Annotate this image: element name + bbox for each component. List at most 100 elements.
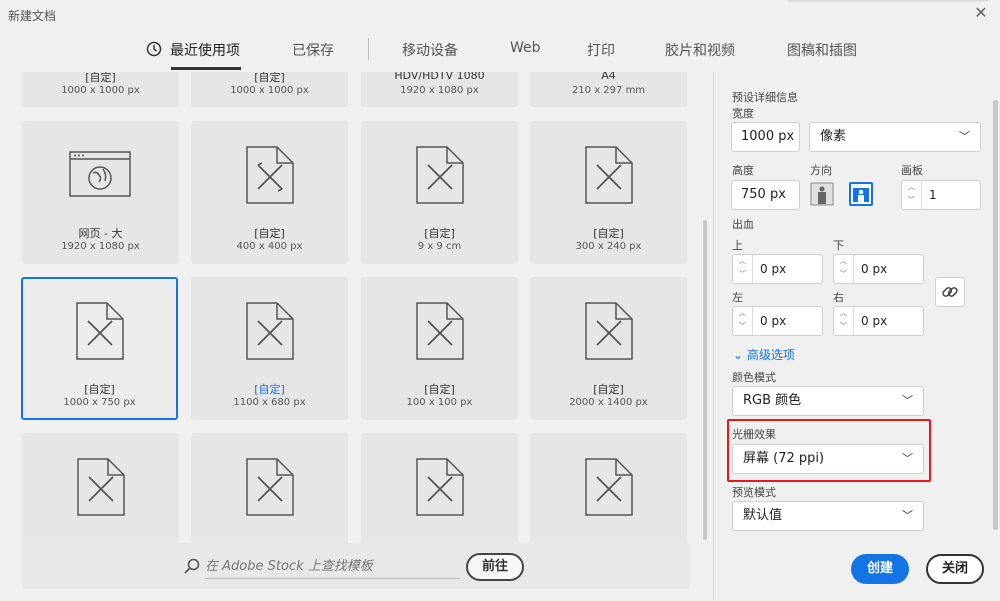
preset-size: 1100 x 680 px <box>233 397 306 408</box>
artboard-value: 1 <box>929 188 937 202</box>
stepper-arrows-icon[interactable]: ︿ ﹀ <box>902 181 922 209</box>
preset-card[interactable]: [自定] 2000 x 1400 px <box>530 277 687 420</box>
portrait-orientation-icon[interactable] <box>810 182 834 206</box>
chevron-down-icon: ﹀ <box>902 394 913 407</box>
preset-grid: [自定] 1000 x 1000 px [自定] 1000 x 1000 px … <box>0 72 712 601</box>
bleed-right-stepper[interactable]: ︿ ﹀ 0 px <box>833 306 924 336</box>
preset-card[interactable]: HDV/HDTV 1080 1920 x 1080 px <box>361 72 518 107</box>
preset-name: [自定] <box>84 383 115 396</box>
preset-size: 1000 x 750 px <box>63 397 136 408</box>
raster-effects-value: 屏幕 (72 ppi) <box>743 451 825 466</box>
artboard-stepper[interactable]: ︿ ﹀ 1 <box>901 180 981 210</box>
preset-name: [自定] <box>85 72 116 84</box>
width-label: 宽度 <box>732 107 754 120</box>
create-button[interactable]: 创建 <box>851 554 909 584</box>
stock-search-input[interactable] <box>205 555 460 579</box>
preset-name: [自定] <box>424 383 455 396</box>
preset-name: 网页 - 大 <box>78 227 123 240</box>
section-title: 预设详细信息 <box>732 91 798 104</box>
preset-size: 1920 x 1080 px <box>400 85 479 96</box>
stepper-arrows-icon[interactable]: ︿ ﹀ <box>834 307 854 335</box>
preview-mode-label: 预览模式 <box>732 486 776 499</box>
color-mode-label: 颜色模式 <box>732 371 776 384</box>
bleed-top-stepper[interactable]: ︿ ﹀ 0 px <box>732 254 823 284</box>
window-close-icon[interactable]: ✕ <box>972 4 990 22</box>
grid-scrollbar[interactable] <box>703 220 707 540</box>
search-icon <box>184 558 200 574</box>
window-title: 新建文档 <box>8 9 57 23</box>
advanced-options-toggle[interactable]: ⌄ 高级选项 <box>733 346 795 363</box>
preset-card[interactable]: [自定] 1000 x 1000 px <box>22 72 179 107</box>
preset-size: 300 x 240 px <box>575 241 642 252</box>
chevron-down-icon: ﹀ <box>902 452 913 465</box>
preset-size: 1000 x 1000 px <box>61 85 140 96</box>
preset-name: [自定] <box>593 383 624 396</box>
document-icon <box>246 302 294 360</box>
bleed-left-stepper[interactable]: ︿ ﹀ 0 px <box>732 306 823 336</box>
tab-mobile[interactable]: 移动设备 <box>402 40 458 60</box>
document-icon <box>416 458 464 516</box>
tab-recent[interactable]: 最近使用项 <box>170 40 240 60</box>
preset-card[interactable]: [自定] 300 x 240 px <box>530 121 687 264</box>
unit-select[interactable]: 像素 ﹀ <box>809 122 981 152</box>
panel-scrollbar[interactable] <box>993 100 998 530</box>
chevron-down-icon: ⌄ <box>733 348 747 362</box>
raster-effects-label: 光栅效果 <box>732 428 776 441</box>
bleed-right-value: 0 px <box>861 314 888 328</box>
chevron-down-icon: ﹀ <box>959 130 970 143</box>
tab-film-video[interactable]: 胶片和视频 <box>665 40 735 60</box>
document-icon <box>416 302 464 360</box>
color-mode-select[interactable]: RGB 颜色 ﹀ <box>732 386 924 416</box>
tab-web[interactable]: Web <box>510 40 541 56</box>
document-icon <box>246 146 294 204</box>
preset-name: [自定] <box>424 227 455 240</box>
advanced-options-label: 高级选项 <box>746 348 795 362</box>
orientation-label: 方向 <box>810 164 832 177</box>
raster-effects-select[interactable]: 屏幕 (72 ppi) ﹀ <box>732 444 924 474</box>
preset-card[interactable]: [自定] 1000 x 1000 px <box>191 72 348 107</box>
active-tab-indicator <box>171 67 241 70</box>
preset-card-web-large[interactable]: 网页 - 大 1920 x 1080 px <box>22 121 179 264</box>
preset-card[interactable]: [自定] 9 x 9 cm <box>361 121 518 264</box>
preset-card[interactable]: [自定] 100 x 100 px <box>361 277 518 420</box>
bleed-left-value: 0 px <box>760 314 787 328</box>
preview-mode-select[interactable]: 默认值 ﹀ <box>732 501 924 531</box>
preset-size: 2000 x 1400 px <box>569 397 648 408</box>
bleed-bottom-label: 下 <box>833 239 844 252</box>
title-bar: 新建文档 ✕ <box>0 0 1000 30</box>
stepper-arrows-icon[interactable]: ︿ ﹀ <box>834 255 854 283</box>
preset-name: HDV/HDTV 1080 <box>394 72 485 82</box>
stepper-arrows-icon[interactable]: ︿ ﹀ <box>733 255 753 283</box>
document-icon <box>246 458 294 516</box>
bleed-top-value: 0 px <box>760 262 787 276</box>
preset-card[interactable]: A4 210 x 297 mm <box>530 72 687 107</box>
height-input[interactable]: 750 px <box>731 180 800 210</box>
document-icon <box>585 458 633 516</box>
width-input[interactable]: 1000 px <box>731 122 800 152</box>
tab-art-illustration[interactable]: 图稿和插图 <box>787 40 857 60</box>
top-divider <box>788 0 988 2</box>
go-button[interactable]: 前往 <box>466 553 524 581</box>
stepper-arrows-icon[interactable]: ︿ ﹀ <box>733 307 753 335</box>
close-button[interactable]: 关闭 <box>926 554 984 584</box>
document-icon <box>77 458 125 516</box>
preset-size: 100 x 100 px <box>406 397 473 408</box>
color-mode-value: RGB 颜色 <box>743 393 802 408</box>
landscape-orientation-icon[interactable] <box>849 182 873 206</box>
link-bleed-button[interactable] <box>935 277 965 307</box>
preset-card[interactable]: [自定] 400 x 400 px <box>191 121 348 264</box>
preset-name: A4 <box>601 72 616 82</box>
preset-card-selected[interactable]: [自定] 1000 x 750 px <box>21 277 178 420</box>
unit-value: 像素 <box>820 129 847 144</box>
chain-link-icon <box>942 287 958 297</box>
tab-saved[interactable]: 已保存 <box>292 40 334 60</box>
clock-icon <box>146 41 162 57</box>
artboard-label: 画板 <box>901 164 923 177</box>
preset-card[interactable]: [自定] 1100 x 680 px <box>191 277 348 420</box>
document-icon <box>76 302 124 360</box>
tab-print[interactable]: 打印 <box>587 40 615 60</box>
bleed-label: 出血 <box>732 218 754 231</box>
bleed-bottom-stepper[interactable]: ︿ ﹀ 0 px <box>833 254 924 284</box>
preset-name: [自定] <box>254 383 285 396</box>
preset-name: [自定] <box>254 227 285 240</box>
